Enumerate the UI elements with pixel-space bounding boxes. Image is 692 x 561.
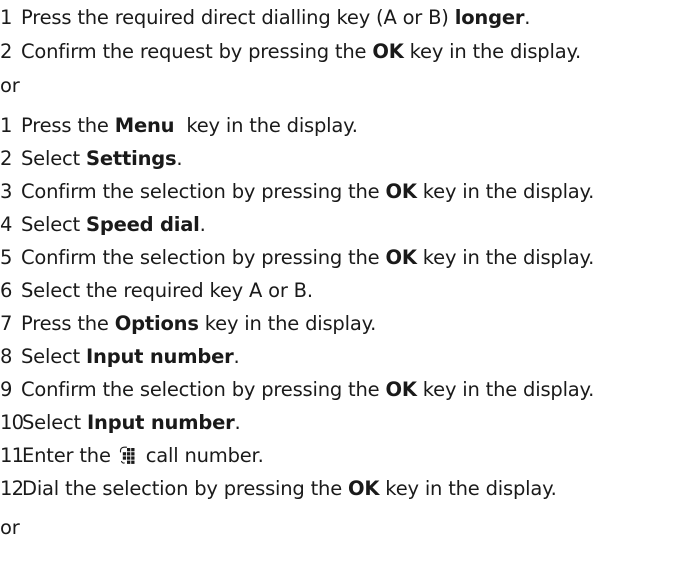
step-text-pre: Enter the — [22, 443, 117, 467]
step-line: 2 Confirm the request by pressing the OK… — [0, 34, 581, 68]
step-number: 6 — [0, 278, 13, 302]
step-text-pre: Select — [22, 410, 87, 434]
step-text-bold: OK — [385, 377, 417, 401]
step-text: Select the required key A or B. — [21, 279, 313, 302]
step-text-post: key in the display. — [416, 245, 595, 269]
keypad-icon-svg — [119, 446, 135, 464]
step-number: 2 — [0, 146, 13, 170]
step-line: 2 Select Settings. — [0, 141, 183, 175]
step-text-pre: Select — [21, 212, 86, 236]
step-number: 1 — [0, 5, 13, 29]
step-text-post: . — [233, 344, 240, 368]
step-text-post: . — [234, 410, 241, 434]
or-separator: or — [0, 68, 20, 102]
step-line: 6 Select the required key A or B. — [0, 273, 313, 307]
step-text: Press the Menu key in the display. — [21, 114, 358, 137]
step-text-pre: Confirm the request by pressing the — [21, 39, 373, 63]
step-text: Confirm the selection by pressing the OK… — [21, 378, 594, 401]
step-text-pre: Press the — [21, 113, 115, 137]
step-text-pre: Select — [21, 344, 86, 368]
step-number: 12 — [0, 476, 24, 500]
step-line: 10 Select Input number. — [0, 405, 241, 439]
step-text-post: key in the display. — [403, 39, 582, 63]
step-number: 1 — [0, 113, 13, 137]
step-text-post: key in the display. — [379, 476, 557, 500]
step-text-bold: Settings — [85, 146, 177, 170]
step-line: 5 Confirm the selection by pressing the … — [0, 240, 594, 274]
step-number: 10 — [0, 410, 24, 434]
keypad-icon — [118, 445, 138, 465]
step-text-post: call number. — [139, 443, 264, 467]
step-text-bold: OK — [385, 179, 417, 203]
step-text: Press the Options key in the display. — [21, 312, 376, 335]
step-number: 11 — [0, 443, 24, 467]
step-text-post: key in the display. — [416, 179, 595, 203]
step-number: 8 — [0, 344, 13, 368]
step-line: 12 Dial the selection by pressing the OK… — [0, 471, 557, 505]
step-text-pre: Press the required direct dialling key (… — [21, 5, 455, 29]
step-text-bold: OK — [348, 476, 380, 500]
step-text: Select Settings. — [21, 146, 183, 170]
step-text-bold: Speed dial — [85, 212, 200, 236]
step-text-bold: Input number — [86, 410, 235, 434]
step-text-pre: Select — [21, 146, 86, 170]
step-text-post: . — [176, 146, 183, 170]
step-text: Confirm the selection by pressing the OK… — [21, 246, 594, 269]
step-number: 2 — [0, 39, 13, 63]
step-text-bold: longer — [454, 5, 525, 29]
or-separator: or — [0, 510, 20, 544]
step-text-bold: OK — [385, 245, 417, 269]
step-text-pre: Confirm the selection by pressing the — [21, 245, 386, 269]
step-text-post: key in the display. — [174, 113, 358, 137]
step-text-pre: Dial the selection by pressing the — [22, 476, 348, 500]
step-text: Confirm the request by pressing the OK k… — [21, 40, 581, 63]
step-line: 8 Select Input number. — [0, 339, 240, 373]
step-number: 4 — [0, 212, 13, 236]
step-text: Enter the call number. — [22, 444, 264, 467]
step-text-bold: OK — [372, 39, 404, 63]
step-text: Confirm the selection by pressing the OK… — [21, 180, 594, 203]
or-label: or — [0, 73, 20, 97]
step-text-pre: Confirm the selection by pressing the — [21, 179, 386, 203]
step-line: 7 Press the Options key in the display. — [0, 306, 376, 340]
step-line: 1 Press the Menu key in the display. — [0, 108, 358, 142]
step-line: 3 Confirm the selection by pressing the … — [0, 174, 594, 208]
step-text-pre: Confirm the selection by pressing the — [21, 377, 386, 401]
or-label: or — [0, 515, 20, 539]
step-text-pre: Press the — [21, 311, 115, 335]
step-text-bold: Menu — [114, 113, 175, 137]
step-number: 5 — [0, 245, 13, 269]
step-text: Select Input number. — [22, 411, 241, 434]
step-text: Select Speed dial. — [21, 213, 206, 236]
step-line: 9 Confirm the selection by pressing the … — [0, 372, 594, 406]
step-text-bold: Options — [114, 311, 199, 335]
step-text-post: key in the display. — [416, 377, 595, 401]
step-text-post: key in the display. — [198, 311, 377, 335]
step-text-pre: Select the required key A or B. — [21, 278, 313, 302]
step-number: 3 — [0, 179, 13, 203]
step-text: Dial the selection by pressing the OK ke… — [22, 477, 557, 500]
step-text-post: . — [199, 212, 206, 236]
step-number: 7 — [0, 311, 13, 335]
step-text-post: . — [524, 5, 531, 29]
step-text: Press the required direct dialling key (… — [21, 6, 530, 29]
step-text: Select Input number. — [21, 345, 240, 368]
step-line: 4 Select Speed dial. — [0, 207, 206, 241]
step-line: 11 Enter the call number. — [0, 438, 264, 472]
step-text-bold: Input number — [85, 344, 234, 368]
step-line: 1 Press the required direct dialling key… — [0, 0, 530, 34]
step-number: 9 — [0, 377, 13, 401]
